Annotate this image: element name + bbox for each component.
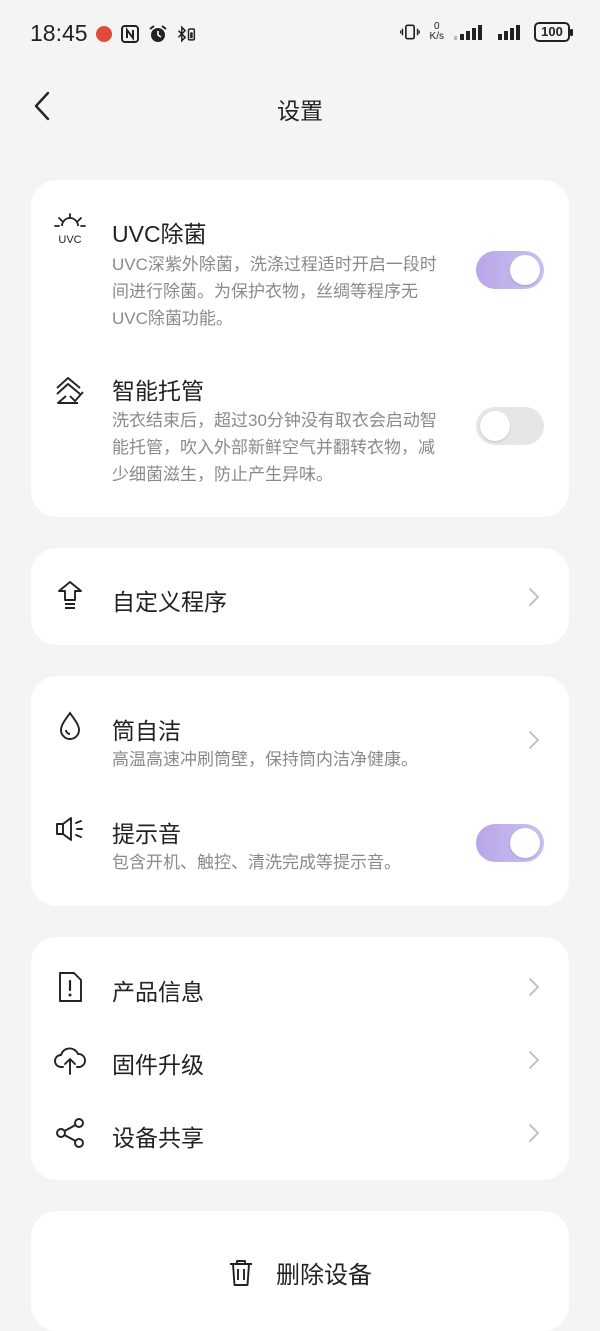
signal-icon-1 xyxy=(454,25,482,40)
device-info-card: 产品信息 固件升级 设备共享 xyxy=(31,937,569,1180)
alarm-icon xyxy=(149,25,167,42)
smart-hosting-row: 智能托管 洗衣结束后，超过30分钟没有取衣会启动智能托管，吹入外部新鲜空气并翻转… xyxy=(31,350,569,517)
trash-icon xyxy=(230,1259,252,1286)
toggle-knob xyxy=(510,828,540,858)
custom-program-card[interactable]: 自定义程序 xyxy=(31,548,569,645)
cloud-upload-icon xyxy=(53,1043,87,1077)
status-right-icons: 0 K/s 100 xyxy=(399,22,573,42)
drum-clean-title: 筒自洁 xyxy=(112,718,181,744)
drum-clean-row[interactable]: 筒自洁 高温高速冲刷筒壁，保持筒内洁净健康。 xyxy=(31,676,569,791)
bluetooth-battery-icon xyxy=(177,25,196,43)
device-share-row[interactable]: 设备共享 xyxy=(31,1099,569,1165)
status-bar: 18:45 0 K/s 100 xyxy=(0,0,600,70)
toggle-knob xyxy=(510,255,540,285)
sound-title: 提示音 xyxy=(112,821,181,847)
chevron-right-icon xyxy=(529,1051,540,1069)
toggle-knob xyxy=(480,411,510,441)
speed-unit: K/s xyxy=(429,31,444,42)
status-left-icons xyxy=(96,24,196,44)
signal-icon-2 xyxy=(498,25,520,40)
drum-clean-desc: 高温高速冲刷筒壁，保持筒内洁净健康。 xyxy=(112,750,418,769)
sound-desc: 包含开机、触控、清洗完成等提示音。 xyxy=(112,853,401,872)
product-info-title: 产品信息 xyxy=(112,979,204,1005)
smart-hosting-icon xyxy=(53,374,87,408)
svg-text:UVC: UVC xyxy=(58,234,81,246)
delete-device-button[interactable]: 删除设备 xyxy=(31,1211,569,1331)
vibrate-icon xyxy=(399,24,420,40)
chevron-right-icon xyxy=(529,1124,540,1142)
sound-row: 提示音 包含开机、触控、清洗完成等提示音。 xyxy=(31,791,569,906)
drop-icon xyxy=(53,709,87,743)
uvc-sun-icon: UVC xyxy=(53,212,87,246)
share-icon xyxy=(53,1116,87,1150)
sanitize-card: UVC UVC除菌 UVC深紫外除菌，洗涤过程适时开启一段时间进行除菌。为保护衣… xyxy=(31,180,569,517)
firmware-upgrade-row[interactable]: 固件升级 xyxy=(31,1026,569,1092)
product-info-icon xyxy=(53,970,87,1004)
smart-hosting-toggle[interactable] xyxy=(476,407,544,445)
custom-program-title: 自定义程序 xyxy=(112,589,227,615)
custom-program-icon xyxy=(53,579,87,613)
speaker-icon xyxy=(53,812,87,846)
delete-device-label: 删除设备 xyxy=(276,1262,372,1289)
uvc-desc: UVC深紫外除菌，洗涤过程适时开启一段时间进行除菌。为保护衣物，丝绸等程序无UV… xyxy=(112,255,437,328)
uvc-toggle[interactable] xyxy=(476,251,544,289)
app-notification-icon xyxy=(96,26,112,42)
nfc-icon xyxy=(121,25,139,43)
uvc-title: UVC除菌 xyxy=(112,221,207,247)
status-time: 18:45 xyxy=(30,20,88,46)
smart-hosting-title: 智能托管 xyxy=(112,378,204,404)
chevron-right-icon xyxy=(529,731,540,749)
page-title: 设置 xyxy=(277,98,323,124)
sound-toggle[interactable] xyxy=(476,824,544,862)
delete-device-content: 删除设备 xyxy=(31,1255,569,1290)
device-options-card: 筒自洁 高温高速冲刷筒壁，保持筒内洁净健康。 提示音 包含开机、触控、清洗完成等… xyxy=(31,676,569,906)
nav-bar: 设置 xyxy=(0,70,600,142)
product-info-row[interactable]: 产品信息 xyxy=(31,953,569,1019)
chevron-right-icon xyxy=(529,588,540,606)
device-share-title: 设备共享 xyxy=(112,1125,204,1151)
uvc-row: UVC UVC除菌 UVC深紫外除菌，洗涤过程适时开启一段时间进行除菌。为保护衣… xyxy=(31,180,569,350)
network-speed: 0 K/s xyxy=(430,22,444,42)
chevron-right-icon xyxy=(529,978,540,996)
firmware-upgrade-title: 固件升级 xyxy=(112,1052,204,1078)
battery-indicator: 100 xyxy=(534,22,573,42)
smart-hosting-desc: 洗衣结束后，超过30分钟没有取衣会启动智能托管，吹入外部新鲜空气并翻转衣物，减少… xyxy=(112,411,437,484)
